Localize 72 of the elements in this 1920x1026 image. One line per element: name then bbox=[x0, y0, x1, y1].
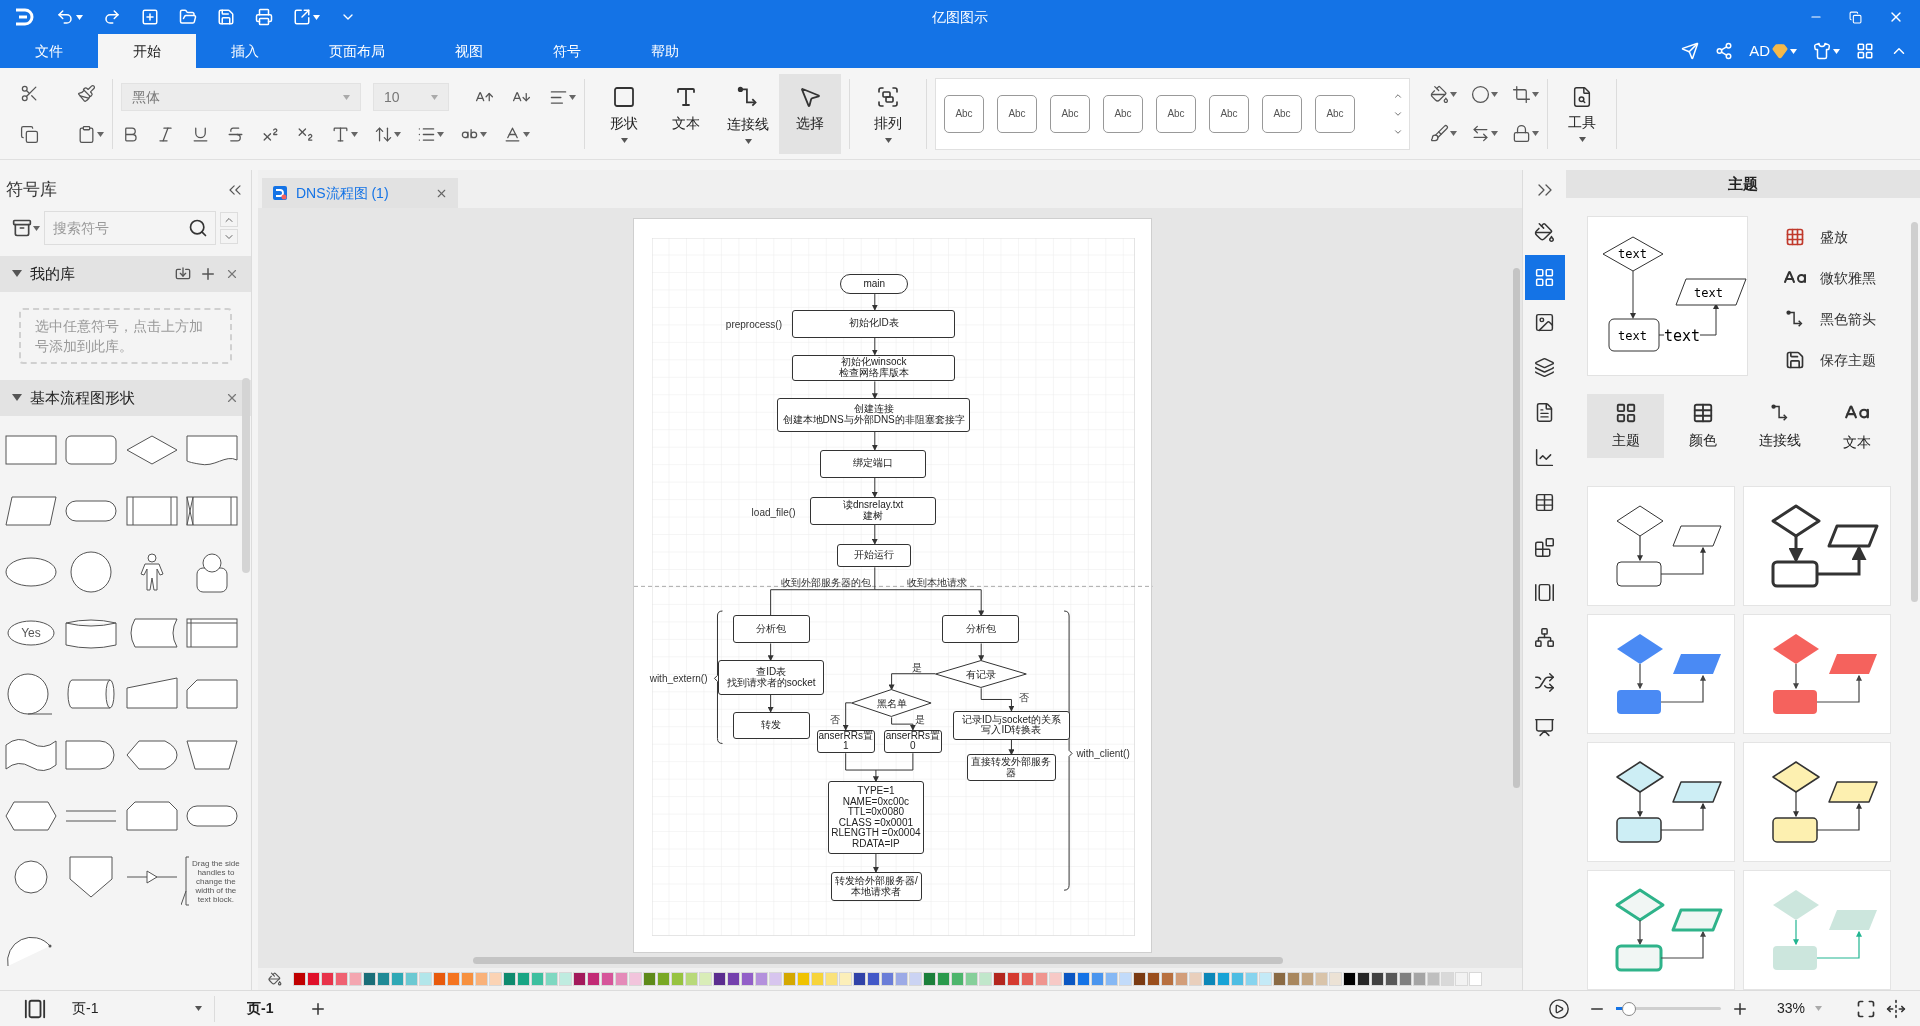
process-box: 初始化ID表 bbox=[791, 309, 956, 338]
theme-option[interactable]: 盛放 bbox=[1782, 222, 1876, 252]
process-box: 绑定端口 bbox=[819, 449, 927, 478]
panel-tab[interactable]: 主题 bbox=[1587, 394, 1664, 458]
menu-tab[interactable]: 插入 bbox=[196, 34, 294, 68]
tool-button[interactable]: 连接线 bbox=[717, 73, 779, 154]
style-swatch[interactable]: Abc bbox=[997, 94, 1037, 133]
arrange-button[interactable]: 排列 bbox=[858, 73, 918, 154]
style-swatch[interactable]: Abc bbox=[1103, 94, 1143, 133]
theme-option[interactable]: 微软雅黑 bbox=[1782, 263, 1876, 293]
diagram-label: load_file() bbox=[751, 506, 796, 518]
process-box: TYPE=1 NAME=0xc00c TTL=0x0080 CLASS =0x0001 RLENGTH =0x0004 RDATA=IP bbox=[827, 781, 925, 855]
process-box: 分析包 bbox=[942, 615, 1020, 644]
style-swatch[interactable]: Abc bbox=[1262, 94, 1302, 133]
font-select[interactable]: 黑体 bbox=[121, 83, 361, 111]
library-hint: 选中任意符号，点击上方加号添加到此库。 bbox=[19, 308, 232, 364]
diagram-label: 是 bbox=[911, 661, 922, 673]
style-swatch[interactable]: Abc bbox=[944, 94, 984, 133]
theme-option[interactable]: 黑色箭头 bbox=[1782, 304, 1876, 334]
tool-button[interactable]: 形状 bbox=[593, 73, 655, 154]
app-title: 亿图图示 bbox=[932, 7, 988, 27]
diagram-label: 否 bbox=[1019, 691, 1030, 703]
style-swatch[interactable]: Abc bbox=[1315, 94, 1355, 133]
section-header[interactable]: 我的库 bbox=[0, 256, 251, 292]
diagram-label: preprocess() bbox=[725, 318, 782, 330]
menu-tab[interactable]: 文件 bbox=[0, 34, 98, 68]
page-select[interactable]: 页-1 bbox=[72, 998, 202, 1019]
decision-diamond: 有记录 bbox=[935, 660, 1028, 689]
account-name[interactable]: AD bbox=[1749, 39, 1770, 63]
preview-text: text bbox=[1694, 285, 1723, 302]
diagram-label: 否 bbox=[830, 713, 840, 724]
panel-title: 符号库 bbox=[6, 179, 57, 202]
process-box: 转发 bbox=[732, 711, 810, 739]
diagram-label: 收到本地请求 bbox=[907, 576, 968, 588]
section-header[interactable]: 基本流程图形状 bbox=[0, 380, 251, 416]
process-box: 直接转发外部服务 器 bbox=[966, 754, 1057, 782]
theme-option[interactable]: 保存主题 bbox=[1782, 345, 1876, 375]
menu-tab[interactable]: 符号 bbox=[518, 34, 616, 68]
process-box: 创建连接 创建本地DNS与外部DNS的非阻塞套接字 bbox=[777, 398, 970, 432]
section-title: 基本流程图形状 bbox=[30, 387, 135, 408]
preview-text: text bbox=[1618, 246, 1647, 263]
tools-button[interactable]: 工具 bbox=[1556, 73, 1608, 154]
preview-text: text bbox=[1618, 328, 1647, 345]
process-box: 初始化winsock 检查网络库版本 bbox=[791, 354, 956, 382]
zoom-percent[interactable]: 33% bbox=[1776, 998, 1805, 1019]
style-swatch[interactable]: Abc bbox=[1050, 94, 1090, 133]
shape-label: Yes bbox=[21, 626, 41, 640]
tool-button[interactable]: 选择 bbox=[779, 73, 841, 154]
process-box: 读dnsrelay.txt 建树 bbox=[809, 496, 937, 525]
process-box: 记录ID与socket的关系 写入ID转换表 bbox=[953, 710, 1070, 740]
panel-header: 主题 bbox=[1566, 170, 1920, 198]
process-box: 转发给外部服务器/ 本地请求者 bbox=[831, 871, 922, 902]
menu-tab[interactable]: 视图 bbox=[420, 34, 518, 68]
search-field[interactable]: 搜索符号 bbox=[44, 211, 216, 245]
document-tab[interactable]: DNS流程图 (1) bbox=[262, 178, 458, 208]
process-box: 查ID表 找到请求者的socket bbox=[718, 660, 825, 695]
panel-tab[interactable]: 连接线 bbox=[1741, 394, 1818, 458]
font-size-select[interactable]: 10 bbox=[373, 83, 449, 111]
diagram-label: with_client() bbox=[1076, 747, 1130, 759]
panel-tab[interactable]: 文本 bbox=[1818, 394, 1895, 458]
section-title: 我的库 bbox=[30, 263, 75, 284]
page-tab[interactable]: 页-1 bbox=[247, 998, 274, 1019]
style-swatch[interactable]: Abc bbox=[1156, 94, 1196, 133]
tool-button[interactable]: 文本 bbox=[655, 73, 717, 154]
panel-tab[interactable]: 颜色 bbox=[1664, 394, 1741, 458]
diagram-label: with_extern() bbox=[649, 672, 708, 684]
style-swatch[interactable]: Abc bbox=[1209, 94, 1249, 133]
menu-tab[interactable]: 帮助 bbox=[616, 34, 714, 68]
process-box: 分析包 bbox=[732, 615, 810, 644]
menu-tab[interactable]: 页面布局 bbox=[294, 34, 420, 68]
diagram-label: 收到外部服务器的包 bbox=[780, 576, 871, 588]
menu-tab[interactable]: 开始 bbox=[98, 34, 196, 68]
